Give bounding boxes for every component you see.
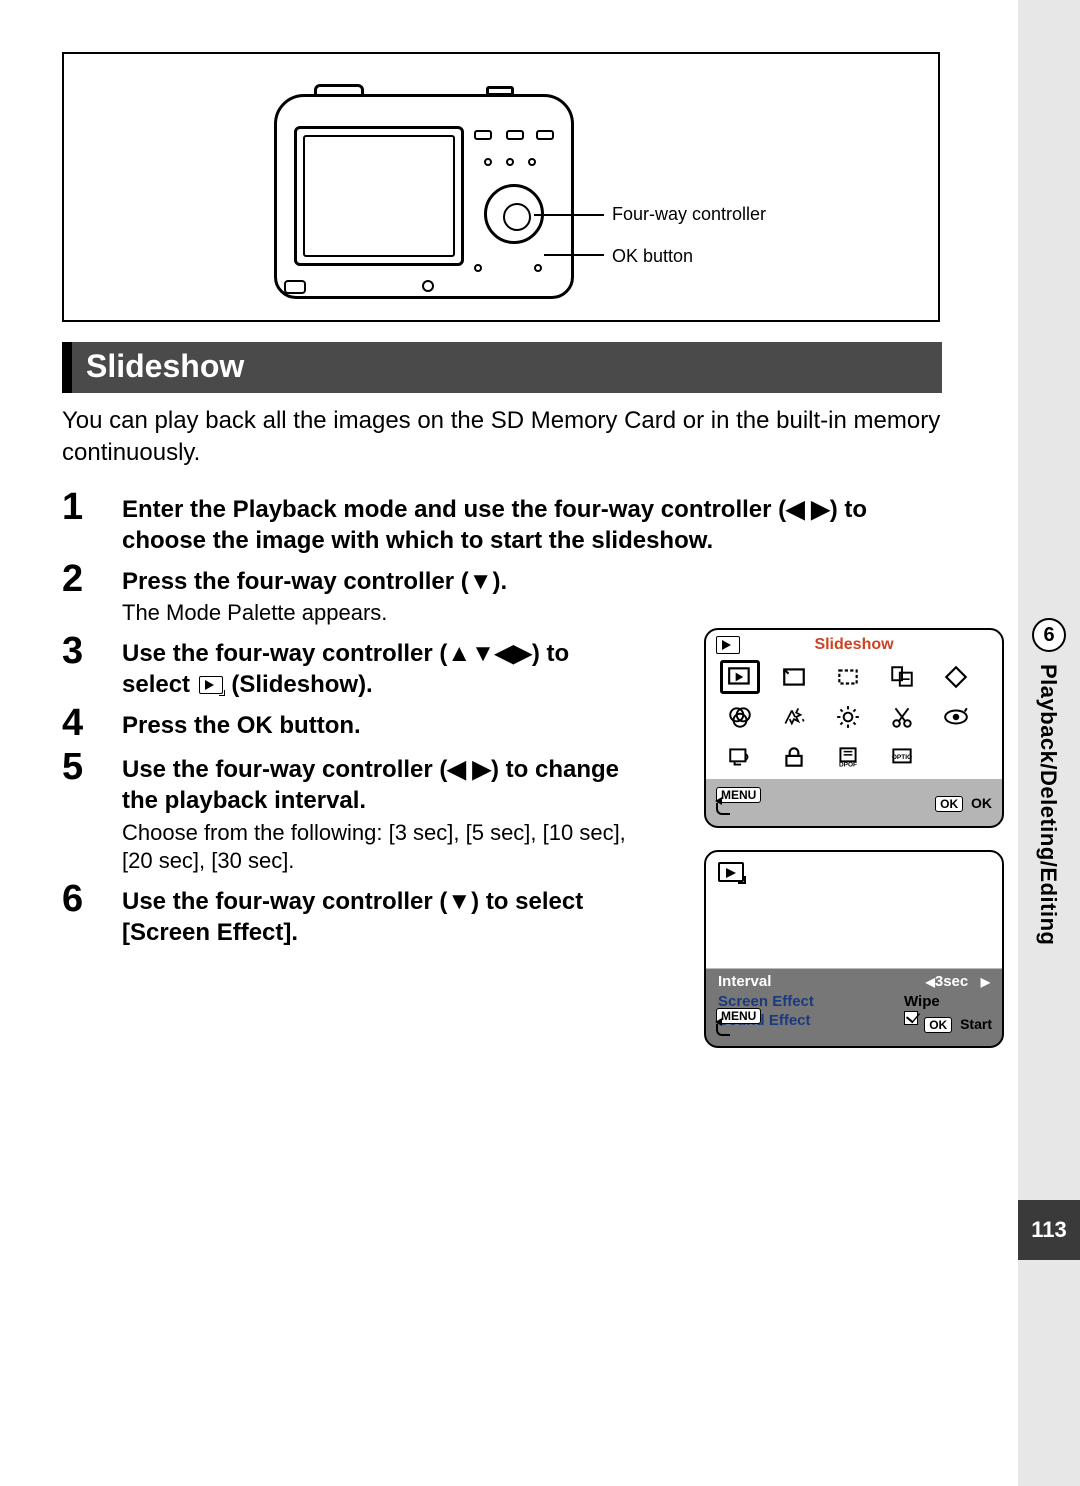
palette-movie-edit-icon <box>882 700 922 734</box>
section-heading: Slideshow <box>62 342 942 393</box>
step-title: Press the four-way controller (▼). <box>122 566 642 597</box>
lcd-mode-palette: Slideshow <box>704 628 1004 828</box>
ok-indicator: OK Start <box>924 1016 992 1033</box>
palette-brightness-filter-icon <box>828 700 868 734</box>
arrow-all-icon: ▲▼◀▶ <box>447 640 531 667</box>
palette-digital-filter-icon <box>774 700 814 734</box>
step-number: 6 <box>62 880 94 948</box>
step-number: 1 <box>62 488 94 556</box>
step-2: 2 Press the four-way controller (▼). The… <box>62 560 942 628</box>
menu-indicator: MENU <box>716 1007 771 1041</box>
step-title: Use the four-way controller (▲▼◀▶) to se… <box>122 638 642 700</box>
callout-fourway: Four-way controller <box>612 204 766 225</box>
step-title: Use the four-way controller (▼) to selec… <box>122 886 642 948</box>
step-title: Press the OK button. <box>122 710 642 741</box>
menu-indicator: MENU <box>716 786 771 820</box>
step-number: 5 <box>62 748 94 876</box>
slideshow-mode-icon <box>199 676 223 694</box>
callout-ok-button: OK button <box>612 246 693 267</box>
setting-row-interval: Interval ◀3sec ▶ <box>718 972 990 992</box>
step-1: 1 Enter the Playback mode and use the fo… <box>62 488 942 556</box>
palette-slideshow-icon <box>720 660 760 694</box>
page-number: 113 <box>1018 1200 1080 1260</box>
lcd-slideshow-settings: Interval ◀3sec ▶ Screen Effect Wipe Soun… <box>704 850 1004 1048</box>
manual-page: 6 Playback/Deleting/Editing 113 <box>0 0 1080 1486</box>
arrow-down-icon: ▼ <box>469 568 493 595</box>
palette-rotation-icon <box>936 660 976 694</box>
palette-voice-memo-icon <box>720 740 760 774</box>
slideshow-icon <box>718 862 744 882</box>
return-icon <box>716 804 722 820</box>
mode-palette-grid: DPOF OPTIO <box>720 660 988 774</box>
palette-startup-screen-icon: OPTIO <box>882 740 922 774</box>
return-icon <box>716 1025 722 1041</box>
arrow-left-icon: ◀ <box>926 975 935 989</box>
palette-copy-icon <box>882 660 922 694</box>
step-number: 2 <box>62 560 94 628</box>
arrow-right-icon: ▶ <box>981 975 990 989</box>
palette-color-filter-icon <box>720 700 760 734</box>
arrow-left-right-icon: ◀ ▶ <box>447 756 491 783</box>
step-title: Use the four-way controller (◀ ▶) to cha… <box>122 754 642 816</box>
step-desc: The Mode Palette appears. <box>122 599 642 628</box>
svg-text:OPTIO: OPTIO <box>892 754 912 761</box>
lcd-title: Slideshow <box>706 636 1002 654</box>
arrow-left-right-icon: ◀ ▶ <box>786 496 830 523</box>
step-number: 4 <box>62 704 94 744</box>
palette-protect-icon <box>774 740 814 774</box>
step-desc: Choose from the following: [3 sec], [5 s… <box>122 819 642 876</box>
arrow-down-icon: ▼ <box>447 888 471 915</box>
palette-redeye-icon <box>936 700 976 734</box>
camera-diagram: Four-way controller OK button <box>62 52 940 322</box>
palette-trimming-icon <box>828 660 868 694</box>
step-title: Enter the Playback mode and use the four… <box>122 494 942 556</box>
ok-indicator: OK OK <box>935 795 992 812</box>
intro-text: You can play back all the images on the … <box>62 405 942 470</box>
chapter-number-badge: 6 <box>1032 618 1066 652</box>
chapter-title: Playback/Deleting/Editing <box>1035 664 1061 945</box>
palette-resize-icon <box>774 660 814 694</box>
palette-dpof-icon: DPOF <box>828 740 868 774</box>
svg-text:DPOF: DPOF <box>839 762 857 769</box>
step-number: 3 <box>62 632 94 700</box>
